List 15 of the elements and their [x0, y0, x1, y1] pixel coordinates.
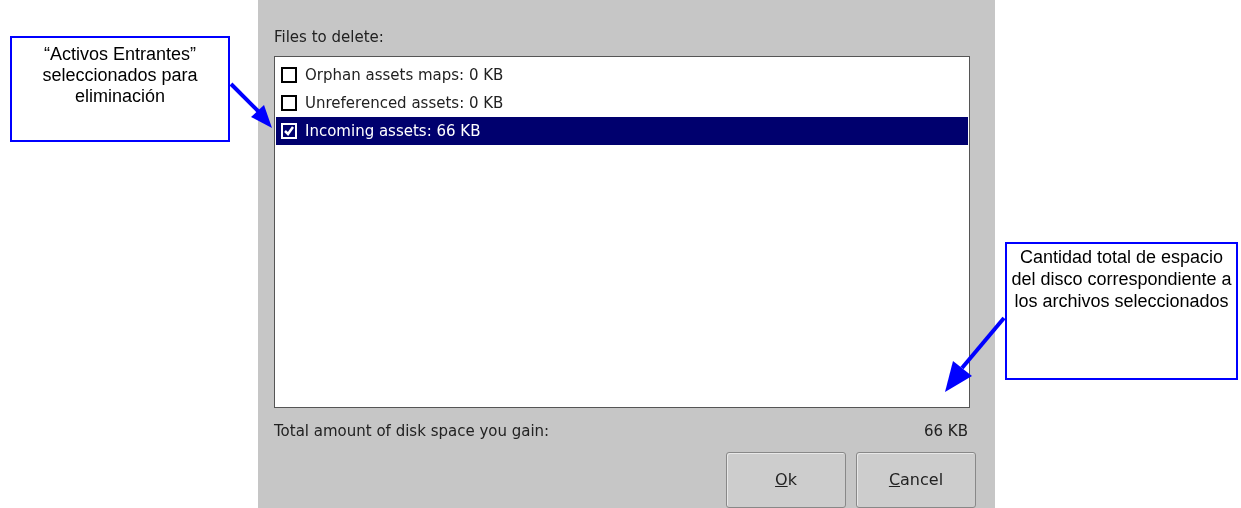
list-label: Files to delete: [274, 27, 384, 47]
file-list-item[interactable]: Unreferenced assets: 0 KB [276, 89, 968, 117]
checkbox[interactable] [281, 67, 297, 83]
total-label: Total amount of disk space you gain: [274, 420, 550, 442]
checkmark-icon [283, 125, 295, 137]
checked-checkbox[interactable] [281, 123, 297, 139]
file-list-item[interactable]: Incoming assets: 66 KB [276, 117, 968, 145]
dialog-button[interactable]: Ok [726, 452, 846, 508]
total-value: 66 KB [924, 420, 969, 442]
callout-text: “Activos Entrantes” seleccionados para eliminación [10, 36, 230, 142]
file-list-item[interactable]: Orphan assets maps: 0 KB [276, 61, 968, 89]
checkbox[interactable] [281, 95, 297, 111]
callout-text: Cantidad total de espacio del disco correspondiente a los archivos seleccionados [1005, 242, 1238, 380]
pointer-arrow [229, 82, 272, 128]
dialog-button[interactable]: Cancel [856, 452, 976, 508]
